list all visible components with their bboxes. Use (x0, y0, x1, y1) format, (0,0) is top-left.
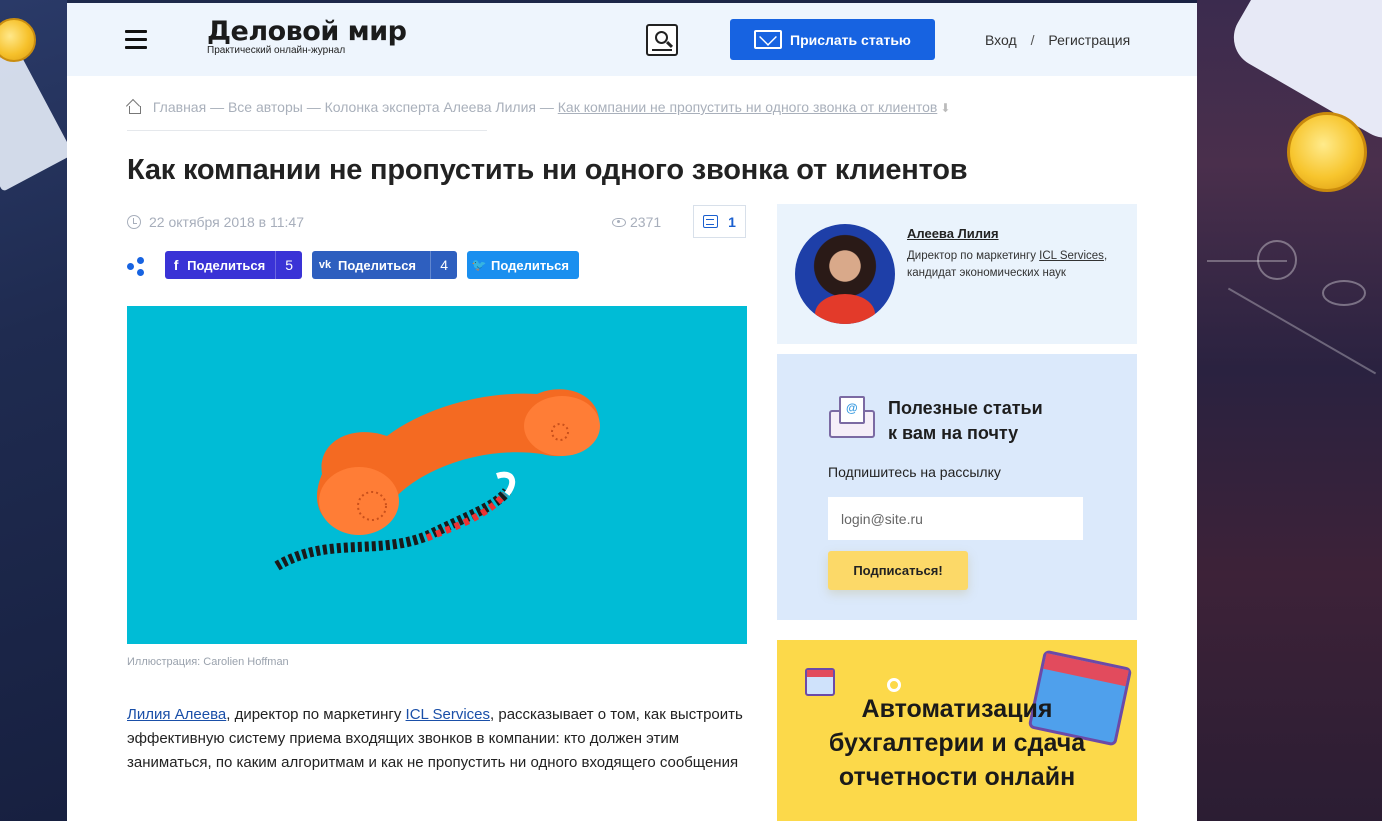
article-date: 22 октября 2018 в 11:47 (127, 214, 304, 230)
promo-title-line: бухгалтерии и сдача (828, 729, 1086, 757)
breadcrumb-current[interactable]: Как компании не пропустить ни одного зво… (558, 99, 938, 115)
subscribe-button[interactable]: Подписаться! (828, 551, 968, 590)
promo-banner[interactable]: Автоматизация бухгалтерии и сдача отчетн… (777, 640, 1137, 821)
background-right-decoration (1197, 0, 1382, 821)
auth-links: Вход / Регистрация (985, 32, 1130, 48)
site-header: Деловой мир Практический онлайн-журнал П… (67, 3, 1197, 76)
circle-decoration (1322, 280, 1366, 306)
twitter-icon: 🐦 (471, 258, 487, 272)
newsletter-title: Полезные статьи к вам на почту (888, 396, 1043, 446)
promo-title-line: отчетности онлайн (838, 763, 1076, 791)
email-field[interactable] (828, 497, 1083, 540)
author-role-text: Директор по маркетингу (907, 250, 1040, 262)
divider (127, 130, 487, 131)
page-container: Деловой мир Практический онлайн-журнал П… (67, 3, 1197, 821)
background-left-decoration (0, 0, 67, 821)
site-logo[interactable]: Деловой мир Практический онлайн-журнал (207, 16, 407, 57)
breadcrumb-separator: — (210, 99, 225, 115)
views-counter: 2371 (612, 214, 661, 230)
paper-decoration (0, 48, 67, 192)
mail-icon: @ (829, 396, 875, 438)
promo-title: Автоматизация бухгалтерии и сдача отчетн… (777, 692, 1137, 794)
article-lead: Лилия Алеева, директор по маркетингу ICL… (127, 703, 757, 775)
promo-title-line: Автоматизация (861, 695, 1053, 723)
newsletter-title-line: Полезные статьи (888, 398, 1043, 418)
menu-icon[interactable] (125, 30, 147, 49)
breadcrumb-separator: — (539, 99, 554, 115)
breadcrumb: Главная — Все авторы — Колонка эксперта … (127, 99, 950, 115)
article-date-text: 22 октября 2018 в 11:47 (149, 214, 304, 230)
breadcrumb-separator: — (306, 99, 321, 115)
facebook-share-label: Поделиться (187, 257, 266, 273)
clock-icon (127, 215, 141, 229)
lead-text: , директор по маркетингу (226, 706, 406, 723)
lead-company-link[interactable]: ICL Services (406, 706, 490, 723)
author-role: Директор по маркетингу ICL Services, кан… (907, 248, 1117, 282)
article-hero-image (127, 306, 747, 644)
search-icon[interactable] (646, 24, 678, 56)
twitter-share-button[interactable]: 🐦 Поделиться (467, 251, 579, 279)
newsletter-subtitle: Подпишитесь на рассылку (828, 464, 1001, 480)
facebook-share-count: 5 (275, 251, 302, 279)
send-article-button[interactable]: Прислать статью (730, 19, 935, 60)
register-link[interactable]: Регистрация (1048, 32, 1130, 48)
facebook-share-button[interactable]: f Поделиться 5 (165, 251, 302, 279)
logo-name: Деловой мир (207, 16, 407, 47)
views-count: 2371 (630, 214, 662, 230)
article-title: Как компании не пропустить ни одного зво… (127, 154, 968, 186)
telephone-handset-illustration (274, 389, 600, 571)
share-icon[interactable] (127, 257, 145, 276)
envelope-icon (754, 30, 782, 49)
coin-icon (1287, 112, 1367, 192)
eye-icon (612, 218, 626, 227)
vk-icon: vk (318, 259, 332, 271)
author-avatar[interactable] (795, 224, 895, 324)
vk-share-count: 4 (430, 251, 457, 279)
lead-author-link[interactable]: Лилия Алеева (127, 706, 226, 723)
author-card: Алеева Лилия Директор по маркетингу ICL … (777, 204, 1137, 344)
twitter-share-label: Поделиться (490, 257, 569, 273)
comments-count: 1 (728, 213, 736, 230)
newsletter-widget: @ Полезные статьи к вам на почту Подпиши… (777, 354, 1137, 620)
auth-separator: / (1030, 32, 1035, 48)
circle-decoration (887, 678, 901, 692)
facebook-icon: f (173, 257, 179, 273)
newsletter-title-line: к вам на почту (888, 423, 1019, 443)
login-link[interactable]: Вход (985, 32, 1017, 48)
home-icon (127, 100, 141, 114)
breadcrumb-column[interactable]: Колонка эксперта Алеева Лилия (325, 99, 536, 115)
line-decoration (1207, 260, 1287, 262)
author-name[interactable]: Алеева Лилия (907, 226, 999, 241)
send-article-label: Прислать статью (790, 31, 911, 48)
breadcrumb-home[interactable]: Главная (153, 99, 206, 115)
comments-button[interactable]: 1 (693, 205, 746, 238)
comment-icon (703, 215, 719, 228)
author-company-link[interactable]: ICL Services (1039, 250, 1104, 262)
coin-icon (0, 18, 36, 62)
arrow-down-icon: ⬇ (940, 101, 951, 115)
vk-share-label: Поделиться (338, 257, 417, 273)
vk-share-button[interactable]: vk Поделиться 4 (312, 251, 457, 279)
breadcrumb-authors[interactable]: Все авторы (228, 99, 303, 115)
image-caption: Иллюстрация: Carolien Hoffman (127, 656, 289, 668)
